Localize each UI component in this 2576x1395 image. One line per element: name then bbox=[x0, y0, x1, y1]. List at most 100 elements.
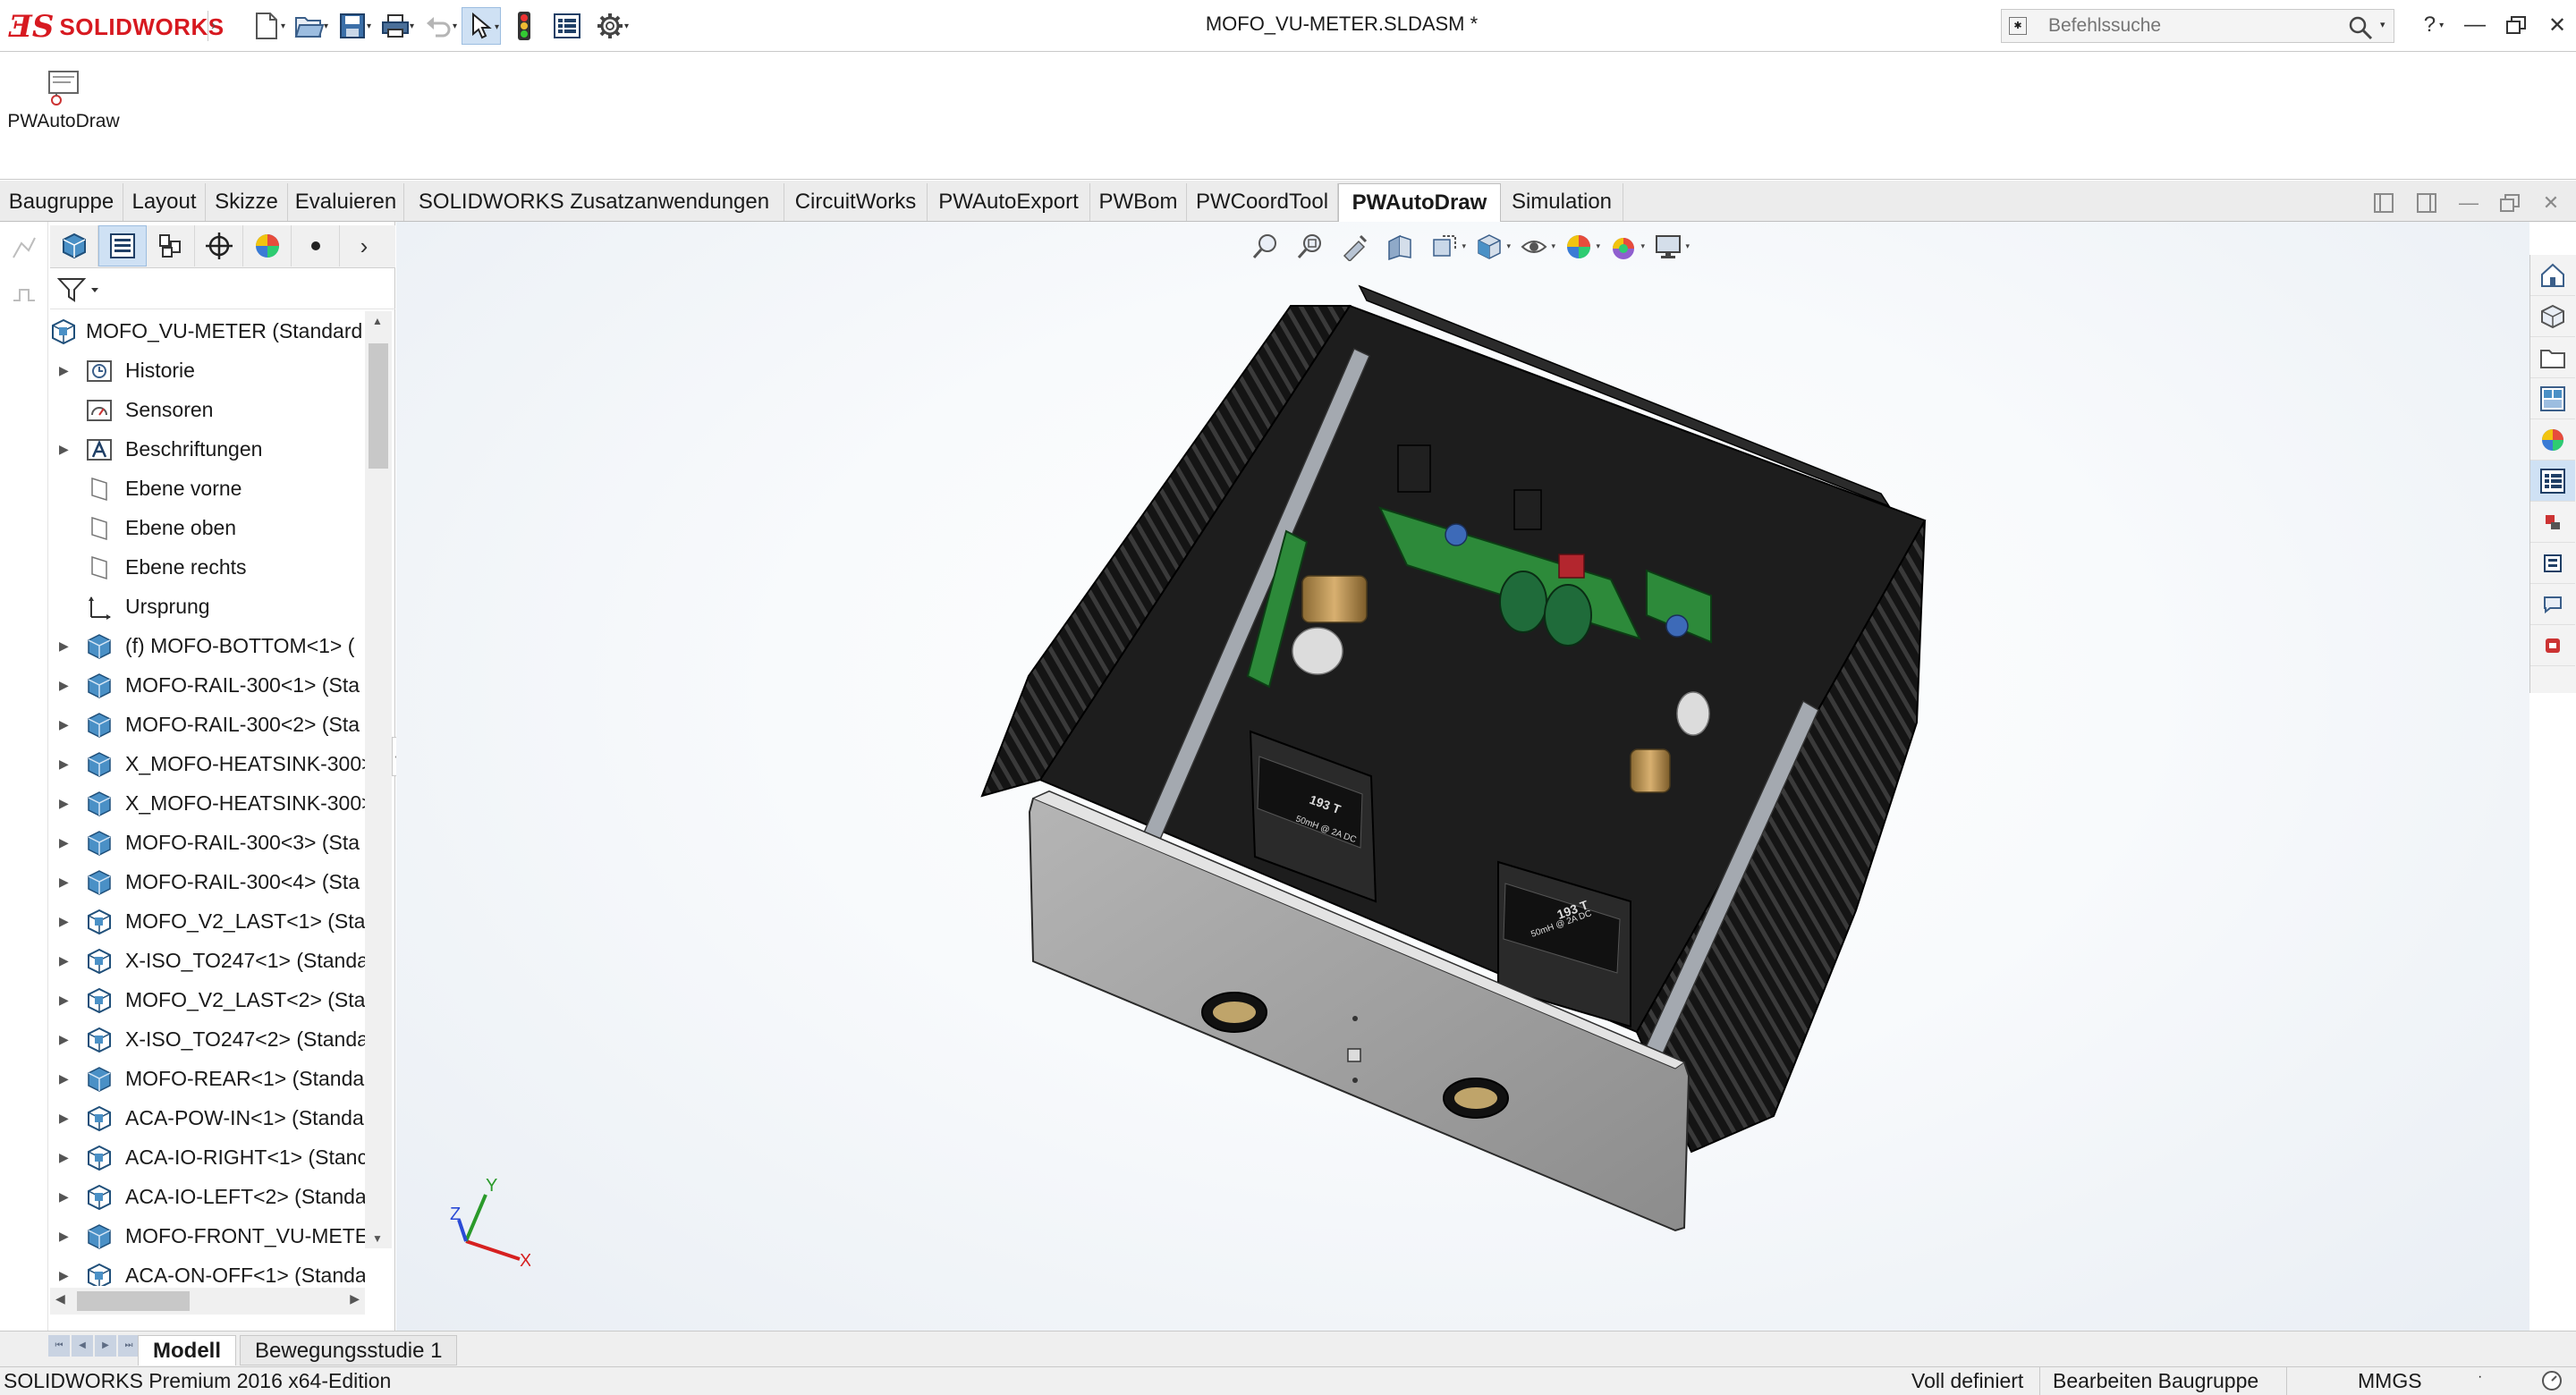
expand-arrow-icon[interactable]: ▶ bbox=[59, 1059, 77, 1098]
scroll-right-arrow-icon[interactable]: ▶ bbox=[350, 1291, 360, 1306]
print-button[interactable]: ▾ bbox=[376, 7, 415, 45]
tab-baugruppe[interactable]: Baugruppe bbox=[0, 183, 123, 221]
solidworks-resources-tab[interactable] bbox=[2530, 255, 2575, 296]
tree-horizontal-scrollbar[interactable]: ◀ ▶ bbox=[50, 1288, 365, 1315]
expand-arrow-icon[interactable]: ▶ bbox=[59, 1256, 77, 1286]
viewport-tile-right-button[interactable] bbox=[2409, 190, 2445, 216]
tab-simulation[interactable]: Simulation bbox=[1501, 183, 1623, 221]
search-dropdown-arrow[interactable]: ▾ bbox=[2380, 19, 2385, 30]
tab-skizze[interactable]: Skizze bbox=[206, 183, 288, 221]
expand-arrow-icon[interactable]: ▶ bbox=[59, 1177, 77, 1216]
tree-hscroll-thumb[interactable] bbox=[77, 1291, 190, 1311]
status-help-icon[interactable] bbox=[2540, 1369, 2567, 1395]
custom-properties-tab[interactable] bbox=[2530, 461, 2575, 502]
scroll-left-arrow-icon[interactable]: ◀ bbox=[55, 1291, 65, 1306]
expand-arrow-icon[interactable]: ▶ bbox=[59, 705, 77, 744]
open-button[interactable]: ▾ bbox=[290, 7, 329, 45]
small-cap-2[interactable] bbox=[1665, 614, 1689, 638]
tree-item[interactable]: ▶ (f) MOFO-BOTTOM<1> ( bbox=[50, 626, 365, 665]
tree-item[interactable]: ▶ Beschriftungen bbox=[50, 429, 365, 469]
mosfet-1[interactable] bbox=[1397, 444, 1431, 493]
next-tab-arrow-icon[interactable]: ▶ bbox=[95, 1335, 116, 1357]
tree-item[interactable]: ▶ ACA-IO-RIGHT<1> (Stanc bbox=[50, 1137, 365, 1177]
tree-item[interactable]: ▶ ACA-IO-LEFT<2> (Standa bbox=[50, 1177, 365, 1216]
tab-dimxpertmanager[interactable] bbox=[195, 225, 243, 266]
dimension-tool-icon[interactable] bbox=[11, 281, 38, 308]
status-units[interactable]: MMGS bbox=[2358, 1369, 2422, 1393]
view-palette-tab[interactable] bbox=[2530, 378, 2575, 419]
scroll-down-arrow-icon[interactable]: ▼ bbox=[372, 1232, 383, 1245]
tree-item[interactable]: ▶ MOFO-REAR<1> (Standa bbox=[50, 1059, 365, 1098]
scroll-up-arrow-icon[interactable]: ▲ bbox=[372, 315, 383, 327]
expand-arrow-icon[interactable]: ▶ bbox=[59, 351, 77, 390]
tab-pwautoexport[interactable]: PWAutoExport bbox=[928, 183, 1090, 221]
appearances-tab[interactable] bbox=[2530, 419, 2575, 461]
tree-vertical-scrollbar[interactable]: ▲ ▼ bbox=[365, 311, 392, 1248]
tree-item[interactable]: ▶ MOFO-RAIL-300<1> (Sta bbox=[50, 665, 365, 705]
addin-tab-4[interactable] bbox=[2530, 625, 2575, 666]
expand-arrow-icon[interactable]: ▶ bbox=[59, 1098, 77, 1137]
tab-more[interactable] bbox=[292, 225, 340, 266]
tree-item[interactable]: ▶ X_MOFO-HEATSINK-300> bbox=[50, 783, 365, 823]
expand-arrow-icon[interactable]: ▶ bbox=[59, 744, 77, 783]
search-icon[interactable] bbox=[2348, 15, 2373, 45]
menu-expand-arrow[interactable]: › bbox=[208, 11, 220, 41]
tab-propertymanager[interactable] bbox=[98, 225, 147, 266]
capacitor-large[interactable] bbox=[1301, 575, 1368, 623]
viewport-tile-button[interactable] bbox=[2366, 190, 2402, 216]
tab-pwbom[interactable]: PWBom bbox=[1090, 183, 1187, 221]
prev-tab-arrow-icon[interactable]: ◀ bbox=[72, 1335, 93, 1357]
doc-minimize-button[interactable]: — bbox=[2451, 190, 2487, 216]
tab-zusatzanwendungen[interactable]: SOLIDWORKS Zusatzanwendungen bbox=[404, 183, 784, 221]
graphics-area[interactable]: ▾ ▾ ▾ ▾ ▾ ▾ 193 T 50mH @ 2A DC 193 T 50m… bbox=[396, 222, 2529, 1331]
expand-arrow-icon[interactable]: ▶ bbox=[59, 1137, 77, 1177]
expand-arrow-icon[interactable]: ▶ bbox=[59, 823, 77, 862]
tab-configurationmanager[interactable] bbox=[147, 225, 195, 266]
solidworks-logo[interactable]: ƎS SOLIDWORKS bbox=[9, 7, 224, 46]
expand-arrow-icon[interactable]: ▶ bbox=[59, 1019, 77, 1059]
close-button[interactable]: ✕ bbox=[2538, 7, 2576, 43]
capacitor-right-white[interactable] bbox=[1676, 691, 1710, 736]
last-tab-arrow-icon[interactable]: ⏭ bbox=[118, 1335, 140, 1357]
tab-displaymanager[interactable] bbox=[243, 225, 292, 266]
inductor-green-2[interactable] bbox=[1544, 584, 1592, 647]
doc-restore-button[interactable] bbox=[2492, 190, 2528, 216]
tree-item[interactable]: ▶ ACA-POW-IN<1> (Standa bbox=[50, 1098, 365, 1137]
tab-featuremanager[interactable] bbox=[50, 225, 98, 266]
filter-icon[interactable] bbox=[57, 277, 98, 304]
addin-tab-3[interactable] bbox=[2530, 584, 2575, 625]
search-input[interactable] bbox=[2048, 13, 2317, 38]
expand-arrow-icon[interactable]: ▶ bbox=[59, 429, 77, 469]
tree-item[interactable]: Ursprung bbox=[50, 587, 365, 626]
tree-item[interactable]: ▶ MOFO_V2_LAST<2> (Star bbox=[50, 980, 365, 1019]
mosfet-2[interactable] bbox=[1513, 489, 1542, 530]
design-library-tab[interactable] bbox=[2530, 296, 2575, 337]
tree-item[interactable]: ▶ Historie bbox=[50, 351, 365, 390]
tree-item[interactable]: ▶ X-ISO_TO247<2> (Standa bbox=[50, 1019, 365, 1059]
file-properties-button[interactable] bbox=[547, 7, 587, 45]
pwautodraw-button[interactable]: PWAutoDraw bbox=[4, 64, 123, 145]
search-scope-icon[interactable]: ✱ bbox=[2009, 17, 2027, 35]
select-button[interactable]: ▾ bbox=[462, 7, 501, 45]
expand-arrow-icon[interactable]: ▶ bbox=[59, 665, 77, 705]
expand-arrow-icon[interactable]: ▶ bbox=[59, 1216, 77, 1256]
capacitor-white[interactable] bbox=[1292, 627, 1343, 675]
expand-arrow-icon[interactable]: ▶ bbox=[59, 783, 77, 823]
tree-item[interactable]: Sensoren bbox=[50, 390, 365, 429]
expand-arrow-icon[interactable]: ▶ bbox=[59, 980, 77, 1019]
tree-item[interactable]: ▶ X-ISO_TO247<1> (Standa bbox=[50, 941, 365, 980]
tree-item[interactable]: ▶ ACA-ON-OFF<1> (Standa bbox=[50, 1256, 365, 1286]
tab-bewegungsstudie[interactable]: Bewegungsstudie 1 bbox=[240, 1335, 458, 1365]
tab-layout[interactable]: Layout bbox=[123, 183, 206, 221]
save-button[interactable]: ▾ bbox=[333, 7, 372, 45]
tree-root[interactable]: MOFO_VU-METER (Standard bbox=[50, 311, 365, 351]
tab-pwcoordtool[interactable]: PWCoordTool bbox=[1187, 183, 1338, 221]
tab-circuitworks[interactable]: CircuitWorks bbox=[784, 183, 928, 221]
minimize-button[interactable]: — bbox=[2456, 7, 2494, 43]
tab-modell[interactable]: Modell bbox=[138, 1335, 236, 1365]
help-button[interactable]: ? ▾ bbox=[2415, 7, 2453, 43]
tree-item[interactable]: ▶ MOFO-RAIL-300<2> (Sta bbox=[50, 705, 365, 744]
options-button[interactable]: ▾ bbox=[590, 7, 630, 45]
undo-button[interactable]: ▾ bbox=[419, 7, 458, 45]
tree-item[interactable]: ▶ MOFO-RAIL-300<4> (Sta bbox=[50, 862, 365, 901]
